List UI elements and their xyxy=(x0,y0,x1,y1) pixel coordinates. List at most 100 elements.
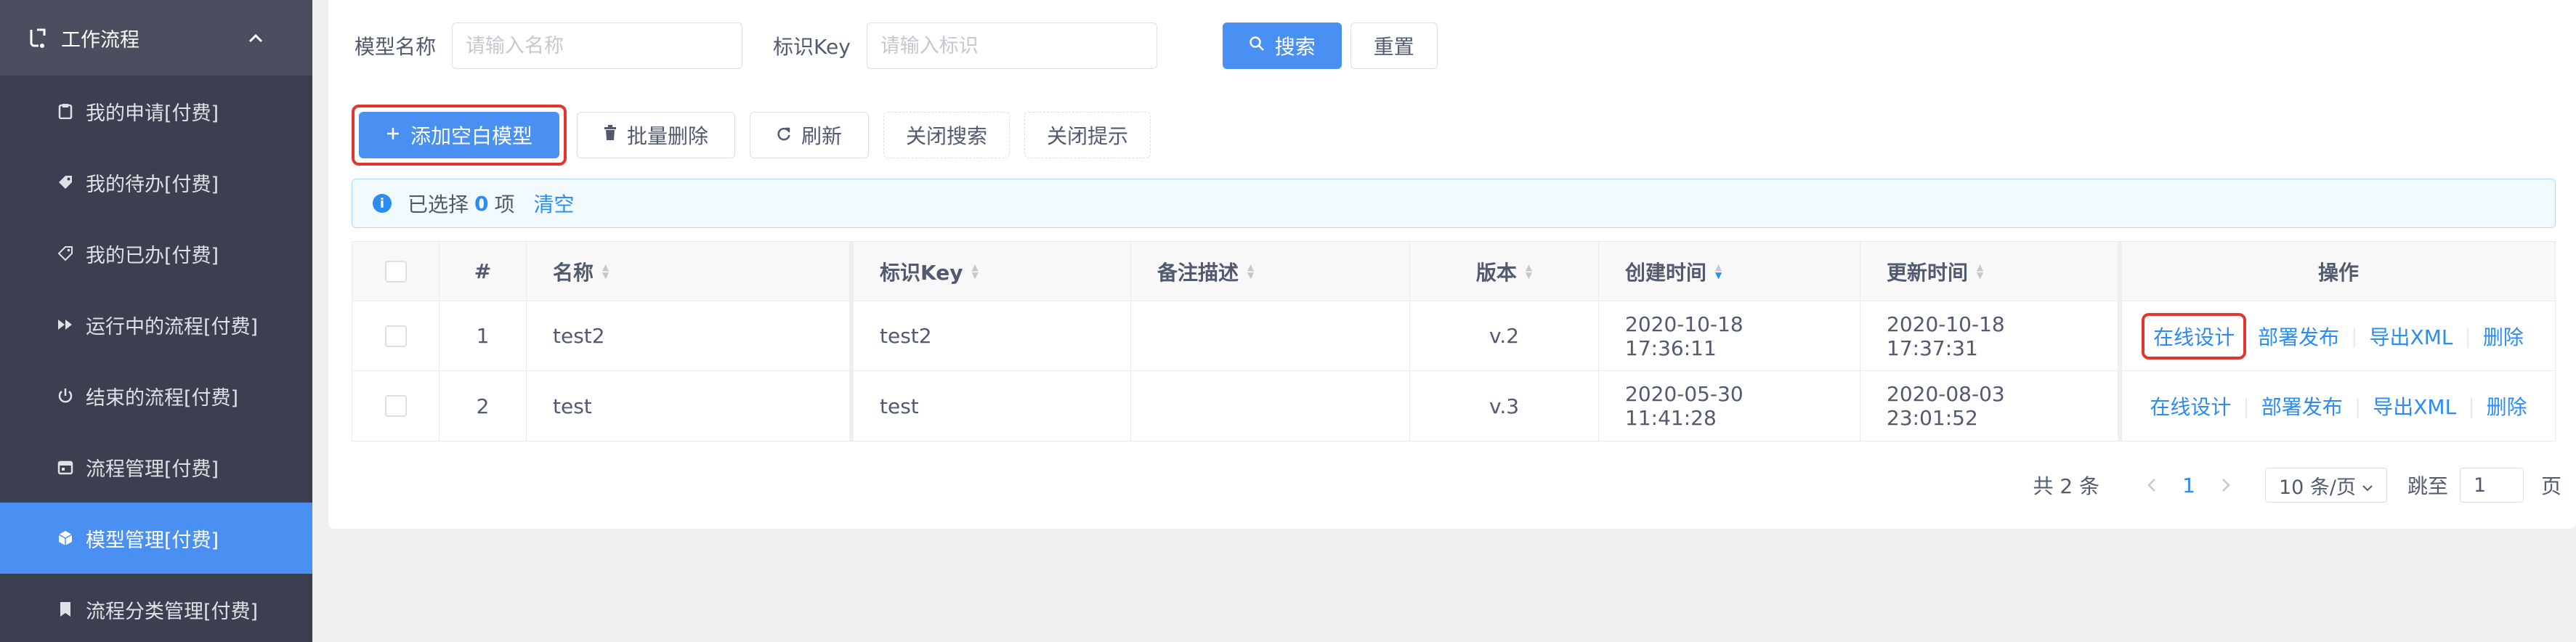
sidebar-group-workflow[interactable]: 工作流程 xyxy=(0,0,312,76)
row-select xyxy=(352,371,440,441)
deploy-link[interactable]: 部署发布 xyxy=(2246,322,2351,351)
row-actions: 在线设计 部署发布 | 导出XML | 删除 xyxy=(2122,301,2555,370)
header-select-all xyxy=(352,242,440,301)
sidebar-item-label: 我的申请[付费] xyxy=(86,102,219,125)
row-name: test xyxy=(527,371,854,441)
calendar-icon xyxy=(57,458,74,476)
row-updated: 2020-08-03 23:01:52 xyxy=(1860,371,2122,441)
model-key-input[interactable] xyxy=(866,23,1157,69)
sidebar-item-my-done[interactable]: 我的已办[付费] xyxy=(0,218,312,289)
info-icon: i xyxy=(373,194,392,213)
sort-icon[interactable]: ▲ ▼ xyxy=(1526,263,1532,280)
header-ops: 操作 xyxy=(2317,260,2359,285)
sort-icon[interactable]: ▲ ▼ xyxy=(1247,263,1254,280)
power-icon xyxy=(57,387,74,405)
header-updated-label: 更新时间 xyxy=(1887,260,1969,285)
refresh-button[interactable]: 刷新 xyxy=(750,112,869,158)
sidebar-item-my-requests[interactable]: 我的申请[付费] xyxy=(0,76,312,147)
row-desc xyxy=(1131,301,1410,370)
delete-link[interactable]: 删除 xyxy=(2475,391,2539,420)
online-design-link[interactable]: 在线设计 xyxy=(2138,391,2243,420)
delete-link[interactable]: 删除 xyxy=(2471,322,2535,351)
page-size-select[interactable]: 10 条/页 xyxy=(2264,468,2387,503)
chevron-down-icon xyxy=(2362,474,2373,497)
cube-icon xyxy=(57,529,74,547)
trash-icon xyxy=(604,124,617,146)
reset-button-label: 重置 xyxy=(1373,35,1414,59)
pagination: 共 2 条 1 10 条/页 跳至 1 页 xyxy=(2033,468,2561,503)
sidebar-item-model-management[interactable]: 模型管理[付费] xyxy=(0,503,312,574)
total-count: 共 2 条 xyxy=(2033,474,2100,498)
header-updated[interactable]: 更新时间 ▲ ▼ xyxy=(1860,242,2122,301)
sidebar-item-finished-flows[interactable]: 结束的流程[付费] xyxy=(0,360,312,431)
header-key[interactable]: 标识Key ▲ ▼ xyxy=(854,242,1131,301)
model-name-input[interactable] xyxy=(452,23,743,69)
close-tip-label: 关闭提示 xyxy=(1046,124,1128,148)
batch-delete-button[interactable]: 批量删除 xyxy=(577,112,735,158)
row-version: v.2 xyxy=(1410,301,1599,370)
header-created-label: 创建时间 xyxy=(1625,260,1707,285)
header-name-label: 名称 xyxy=(553,260,594,285)
close-tip-button[interactable]: 关闭提示 xyxy=(1024,112,1151,158)
tag-outline-icon xyxy=(57,245,74,262)
row-key: test xyxy=(854,371,1131,441)
export-xml-link[interactable]: 导出XML xyxy=(2358,322,2465,351)
add-blank-model-label: 添加空白模型 xyxy=(410,124,532,148)
table-header: # 名称 ▲ ▼ 标识Key ▲ ▼ 备注描述 ▲ ▼ 版本 ▲ ▼ 创建时间 ▲ ▼ xyxy=(352,242,2555,301)
header-name[interactable]: 名称 ▲ ▼ xyxy=(527,242,854,301)
page-current[interactable]: 1 xyxy=(2182,474,2195,497)
sort-icon[interactable]: ▲ ▼ xyxy=(602,263,609,280)
selection-alert: i 已选择 0 项 清空 xyxy=(352,179,2556,228)
row-checkbox[interactable] xyxy=(384,325,407,347)
row-name: test2 xyxy=(527,301,854,370)
select-all-checkbox[interactable] xyxy=(384,260,407,283)
header-desc[interactable]: 备注描述 ▲ ▼ xyxy=(1131,242,1410,301)
clear-selection-link[interactable]: 清空 xyxy=(534,189,575,218)
row-version: v.3 xyxy=(1410,371,1599,441)
main-card: 模型名称 标识Key 搜索 重置 添加空白模型 xyxy=(328,0,2576,529)
sidebar-item-flow-management[interactable]: 流程管理[付费] xyxy=(0,431,312,503)
search-button[interactable]: 搜索 xyxy=(1222,23,1342,69)
reset-button[interactable]: 重置 xyxy=(1350,23,1438,69)
selected-prefix: 已选择 xyxy=(408,192,469,216)
sort-desc-active-icon[interactable]: ▲ ▼ xyxy=(1715,263,1722,280)
sidebar-item-flow-category[interactable]: 流程分类管理[付费] xyxy=(0,574,312,642)
fast-forward-icon xyxy=(57,316,74,333)
plus-icon xyxy=(386,124,400,146)
jump-page-input[interactable]: 1 xyxy=(2459,468,2524,503)
row-checkbox[interactable] xyxy=(384,395,407,417)
table-row: 1 test2 test2 v.2 2020-10-18 17:36:11 20… xyxy=(352,301,2555,371)
header-created[interactable]: 创建时间 ▲ ▼ xyxy=(1599,242,1860,301)
sidebar-item-label: 流程分类管理[付费] xyxy=(86,600,259,623)
action-divider: | xyxy=(2354,394,2362,418)
row-select xyxy=(352,301,440,370)
chevron-up-icon[interactable] xyxy=(241,29,270,47)
sidebar-item-my-todo[interactable]: 我的待办[付费] xyxy=(0,147,312,218)
bookmark-icon xyxy=(57,601,74,618)
sort-icon[interactable]: ▲ ▼ xyxy=(1977,263,1983,280)
search-form: 模型名称 标识Key 搜索 重置 xyxy=(355,22,1438,70)
add-blank-model-button[interactable]: 添加空白模型 xyxy=(359,112,559,158)
page-unit-label: 页 xyxy=(2540,474,2561,498)
model-name-label: 模型名称 xyxy=(355,35,437,59)
action-divider: | xyxy=(2464,324,2471,348)
sidebar-item-label: 模型管理[付费] xyxy=(86,529,219,552)
close-search-button[interactable]: 关闭搜索 xyxy=(883,112,1010,158)
action-divider: | xyxy=(2243,394,2250,418)
row-updated: 2020-10-18 17:37:31 xyxy=(1860,301,2122,370)
action-divider: | xyxy=(2468,394,2475,418)
sidebar-item-running-flows[interactable]: 运行中的流程[付费] xyxy=(0,289,312,360)
row-desc xyxy=(1131,371,1410,441)
model-table: # 名称 ▲ ▼ 标识Key ▲ ▼ 备注描述 ▲ ▼ 版本 ▲ ▼ 创建时间 ▲ ▼ xyxy=(352,241,2556,442)
deploy-link[interactable]: 部署发布 xyxy=(2250,391,2354,420)
row-key: test2 xyxy=(854,301,1131,370)
sidebar: 工作流程 我的申请[付费] 我的待办[付费] 我的已办[付费] 运行中的流程[付… xyxy=(0,0,312,642)
sidebar-item-label: 我的已办[付费] xyxy=(86,244,219,267)
prev-page-icon[interactable] xyxy=(2147,474,2156,497)
sidebar-item-label: 结束的流程[付费] xyxy=(86,386,239,410)
online-design-link[interactable]: 在线设计 xyxy=(2142,312,2247,359)
export-xml-link[interactable]: 导出XML xyxy=(2361,391,2468,420)
next-page-icon[interactable] xyxy=(2221,474,2230,497)
header-version[interactable]: 版本 ▲ ▼ xyxy=(1410,242,1599,301)
sort-icon[interactable]: ▲ ▼ xyxy=(971,263,978,280)
